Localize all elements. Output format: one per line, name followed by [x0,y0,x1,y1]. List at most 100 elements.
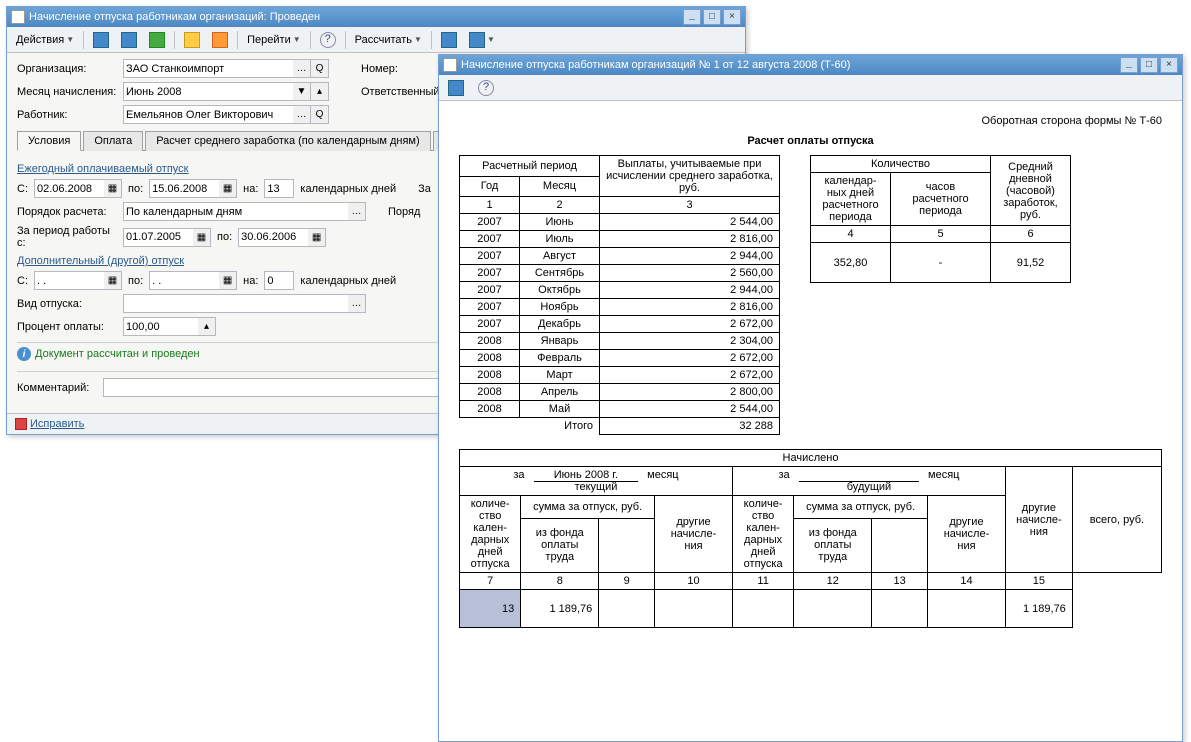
calendar-icon[interactable]: ▦ [219,179,237,198]
extra-date-from-field[interactable]: . .▦ [34,271,122,290]
unpost-button[interactable] [207,30,233,50]
calc-order-field[interactable]: По календарным дням… [123,202,366,221]
table-row: 2007Август2 944,00 [460,248,780,265]
percent-field[interactable]: 100,00▴ [123,317,216,336]
select-button[interactable]: … [293,105,311,124]
extra-days-field[interactable]: 0 [264,271,294,290]
cal-days-header: календар- ных дней расчетного периода [811,173,891,226]
organization-field[interactable]: ЗАО Станкоимпорт … Q [123,59,329,78]
minimize-button[interactable]: _ [1120,57,1138,73]
autofill-button[interactable]: ▼ [464,30,500,50]
help-icon: ? [320,32,336,48]
titlebar: Начисление отпуска работникам организаци… [439,55,1182,75]
sum-value: 1 189,76 [521,590,599,628]
list-icon [441,32,457,48]
comment-label: Комментарий: [17,382,97,394]
tab-payment[interactable]: Оплата [83,131,143,151]
table-row: 2007Июнь2 544,00 [460,214,780,231]
days-label: календарных дней [300,183,396,195]
table-row: 2007Сентябрь2 560,00 [460,265,780,282]
worker-field[interactable]: Емельянов Олег Викторович … Q [123,105,329,124]
stepper-button[interactable]: ▴ [311,82,329,101]
calendar-icon[interactable]: ▦ [308,228,326,247]
days-value: 13 [460,590,521,628]
close-button[interactable]: × [723,9,741,25]
table-row: 2008Апрель2 800,00 [460,384,780,401]
responsible-label: Ответственный [361,86,440,98]
tab-average-calc[interactable]: Расчет среднего заработка (по календарны… [145,131,430,151]
select-button[interactable]: … [293,59,311,78]
post-button[interactable] [179,30,205,50]
refresh-icon [149,32,165,48]
maximize-button[interactable]: □ [703,9,721,25]
fix-link[interactable]: Исправить [15,418,84,430]
work-period-label: За период работы с: [17,225,117,249]
period-header: Расчетный период [460,156,600,177]
stepper-button[interactable]: ▴ [198,317,216,336]
days-field[interactable]: 13 [264,179,294,198]
month-header: Месяц [520,176,600,197]
vacation-kind-field[interactable]: … [123,294,366,313]
calendar-icon[interactable]: ▦ [104,179,122,198]
select-button[interactable]: … [348,202,366,221]
table-row: 2007Октябрь2 944,00 [460,282,780,299]
toolbar: ? [439,75,1182,101]
refresh-button[interactable] [144,30,170,50]
actions-menu[interactable]: Действия▼ [11,30,79,50]
select-button[interactable]: … [348,294,366,313]
open-button[interactable]: Q [311,105,329,124]
report-title: Расчет оплаты отпуска [459,135,1162,147]
accrued-table: Начислено за Июнь 2008 г. месяц текущий … [459,449,1162,628]
total-header: всего, руб. [1072,467,1161,573]
toolbar: Действия▼ Перейти▼ ? Рассчитать▼ ▼ [7,27,745,53]
window-title: Начисление отпуска работникам организаци… [29,11,681,23]
calculate-menu[interactable]: Рассчитать▼ [350,30,427,50]
table-row: 2008Февраль2 672,00 [460,350,780,367]
month-label: Месяц начисления: [17,86,117,98]
total-value: 32 288 [600,418,780,435]
from-label: С: [17,183,28,195]
table-row: 2008Март2 672,00 [460,367,780,384]
payments-header: Выплаты, учитываемые при исчислении сред… [600,156,780,197]
calc-order-label: Порядок расчета: [17,206,117,218]
table-row: 2007Июль2 816,00 [460,231,780,248]
arrow-left-icon [93,32,109,48]
calendar-icon[interactable]: ▦ [219,271,237,290]
goto-menu[interactable]: Перейти▼ [242,30,306,50]
na-label: на: [243,275,258,287]
help-button[interactable]: ? [473,78,499,98]
month-field[interactable]: Июнь 2008 ▼ ▴ [123,82,329,101]
table-row: 2007Декабрь2 672,00 [460,316,780,333]
report-body: Оборотная сторона формы № Т-60 Расчет оп… [439,101,1182,741]
list-view-button[interactable] [436,30,462,50]
document-icon [443,58,457,72]
organization-label: Организация: [17,63,117,75]
from-label: С: [17,275,28,287]
help-button[interactable]: ? [315,30,341,50]
print-button[interactable] [443,78,469,98]
accrued-title: Начислено [460,450,1162,467]
period-to-field[interactable]: 30.06.2006▦ [238,228,326,247]
nav-next-button[interactable] [116,30,142,50]
form-number: Оборотная сторона формы № Т-60 [459,115,1162,127]
titlebar: Начисление отпуска работникам организаци… [7,7,745,27]
tab-conditions[interactable]: Условия [17,131,81,151]
nav-prev-button[interactable] [88,30,114,50]
period-from-field[interactable]: 01.07.2005▦ [123,228,211,247]
close-button[interactable]: × [1160,57,1178,73]
printer-icon [448,80,464,96]
payments-table: Расчетный период Выплаты, учитываемые пр… [459,155,780,435]
table-row: 2007Ноябрь2 816,00 [460,299,780,316]
extra-date-to-field[interactable]: . .▦ [149,271,237,290]
dropdown-button[interactable]: ▼ [293,82,311,101]
table-row: 2008Май2 544,00 [460,401,780,418]
date-to-field[interactable]: 15.06.2008▦ [149,179,237,198]
calendar-icon[interactable]: ▦ [104,271,122,290]
minimize-button[interactable]: _ [683,9,701,25]
open-button[interactable]: Q [311,59,329,78]
date-from-field[interactable]: 02.06.2008▦ [34,179,122,198]
to-label: по: [128,275,143,287]
calendar-icon[interactable]: ▦ [193,228,211,247]
document-icon [11,10,25,24]
maximize-button[interactable]: □ [1140,57,1158,73]
